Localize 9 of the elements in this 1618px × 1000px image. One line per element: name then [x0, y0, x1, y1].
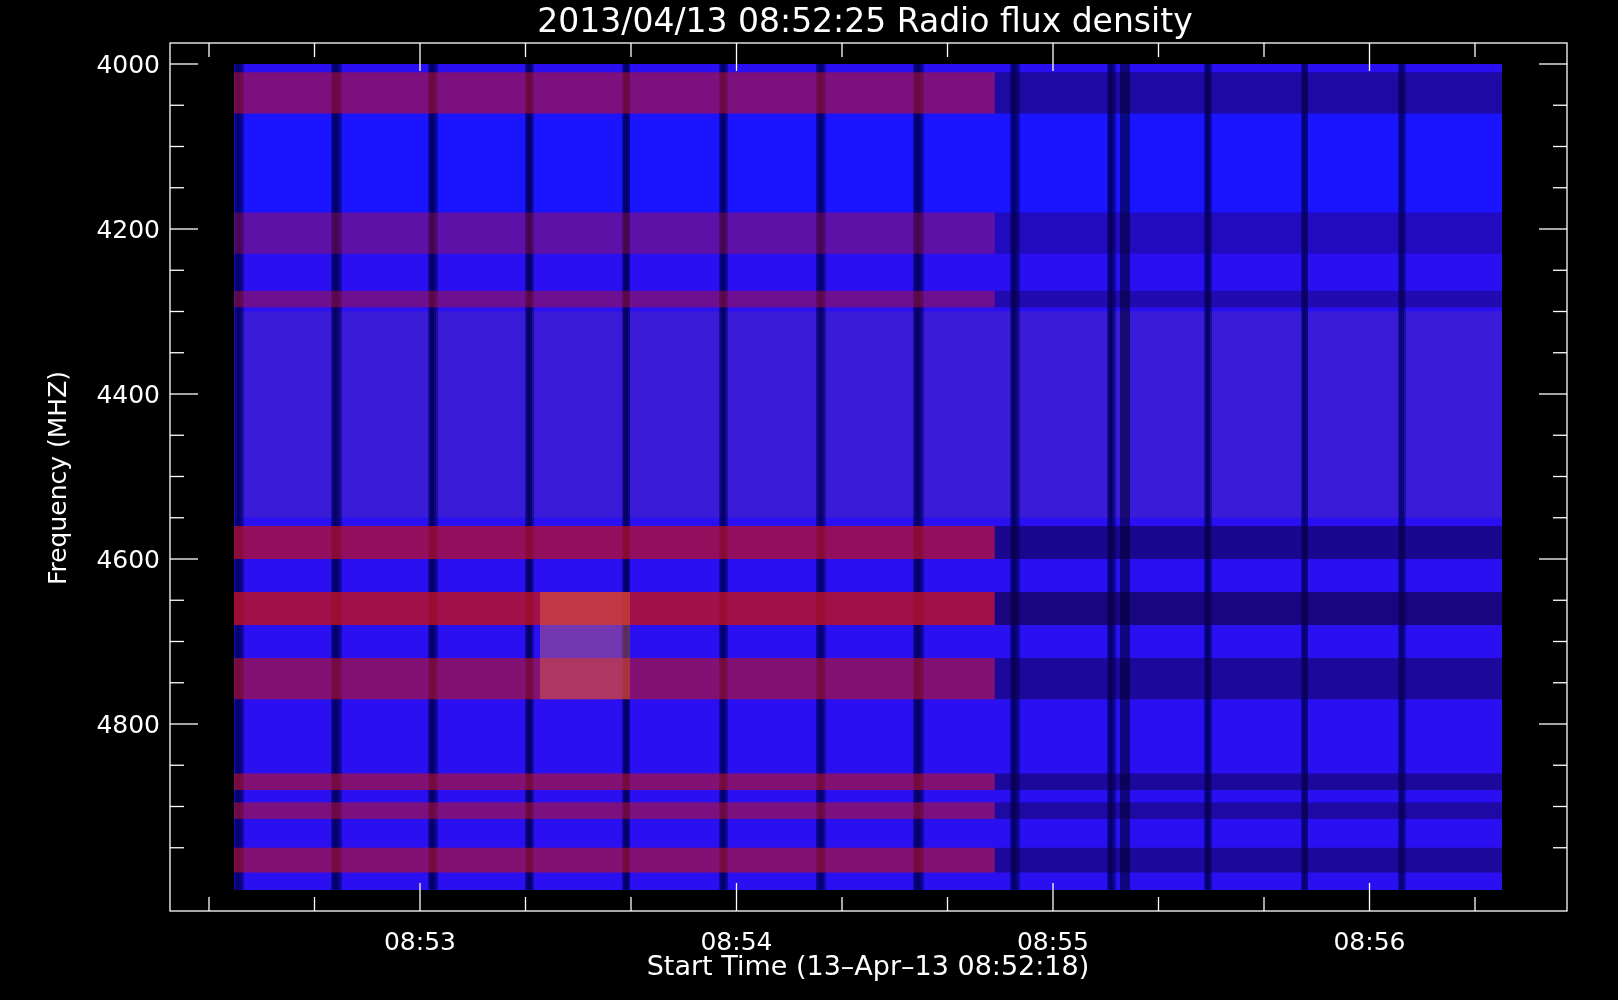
- y-axis-label: Frequency (MHZ): [43, 370, 72, 586]
- y-tick-label: 4600: [96, 545, 160, 574]
- x-tick-label: 08:56: [1333, 927, 1406, 956]
- y-tick-label: 4200: [96, 215, 160, 244]
- y-tick-label: 4800: [96, 710, 160, 739]
- x-tick-label: 08:53: [384, 927, 456, 956]
- y-tick-label: 4400: [96, 380, 160, 409]
- y-tick-label: 4000: [96, 50, 160, 79]
- plot-title: 2013/04/13 08:52:25 Radio flux density: [537, 1, 1193, 40]
